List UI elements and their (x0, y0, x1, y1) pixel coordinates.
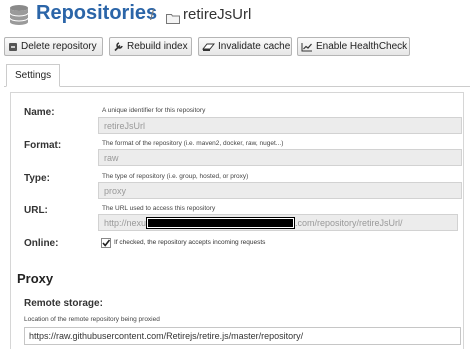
wrench-icon (114, 42, 123, 52)
tab-settings[interactable]: Settings (6, 64, 61, 87)
remote-storage-input[interactable]: https://raw.githubusercontent.com/Retire… (24, 327, 461, 345)
format-field[interactable]: raw (98, 149, 462, 166)
remote-storage-value: https://raw.githubusercontent.com/Retire… (29, 331, 304, 341)
checkmark-icon (102, 239, 111, 247)
remote-storage-help: Location of the remote repository being … (24, 316, 160, 323)
url-value-prefix: http://nexu (104, 217, 147, 228)
url-help: The URL used to access this repository (102, 205, 216, 212)
name-label: Name: (24, 107, 55, 118)
tab-settings-label: Settings (15, 70, 52, 81)
online-help: If checked, the repository accepts incom… (114, 239, 266, 246)
trash-icon (9, 42, 17, 51)
enable-healthcheck-button[interactable]: Enable HealthCheck (297, 37, 410, 56)
page-header: Repositories / retireJsUrl (0, 0, 474, 34)
eraser-icon (202, 43, 215, 51)
type-label: Type: (24, 173, 50, 184)
delete-repository-label: Delete repository (21, 41, 97, 52)
type-value: proxy (104, 185, 127, 196)
rebuild-index-button[interactable]: Rebuild index (109, 37, 192, 56)
breadcrumb-repo-name: retireJsUrl (183, 6, 252, 23)
tab-bar: Settings (4, 64, 470, 87)
url-value-suffix: .com/repository/retireJsUrl/ (295, 217, 403, 228)
toolbar: Delete repository Rebuild index Invalida… (4, 37, 474, 57)
remote-storage-label: Remote storage: (24, 298, 103, 309)
format-help: The format of the repository (i.e. maven… (102, 140, 284, 147)
enable-healthcheck-label: Enable HealthCheck (316, 41, 408, 52)
breadcrumb-separator: / (150, 7, 155, 24)
name-value: retireJsUrl (104, 120, 146, 131)
folder-icon (166, 11, 180, 29)
delete-repository-button[interactable]: Delete repository (4, 37, 103, 56)
format-label: Format: (24, 140, 62, 151)
redaction-bar (146, 216, 296, 229)
url-label: URL: (24, 205, 48, 216)
rebuild-index-label: Rebuild index (127, 41, 188, 52)
url-field[interactable]: http://nexu .com/repository/retireJsUrl/ (98, 214, 458, 231)
page-title[interactable]: Repositories (36, 2, 157, 25)
name-field[interactable]: retireJsUrl (98, 117, 462, 134)
invalidate-cache-label: Invalidate cache (218, 41, 291, 52)
name-help: A unique identifier for this repository (102, 107, 206, 114)
proxy-section-title: Proxy (17, 271, 54, 286)
online-checkbox[interactable] (101, 238, 111, 248)
online-label: Online: (24, 238, 59, 249)
type-help: The type of repository (i.e. group, host… (102, 173, 249, 180)
type-field[interactable]: proxy (98, 182, 462, 199)
format-value: raw (104, 152, 119, 163)
invalidate-cache-button[interactable]: Invalidate cache (198, 37, 292, 56)
database-icon (9, 4, 29, 31)
chart-icon (301, 42, 312, 51)
